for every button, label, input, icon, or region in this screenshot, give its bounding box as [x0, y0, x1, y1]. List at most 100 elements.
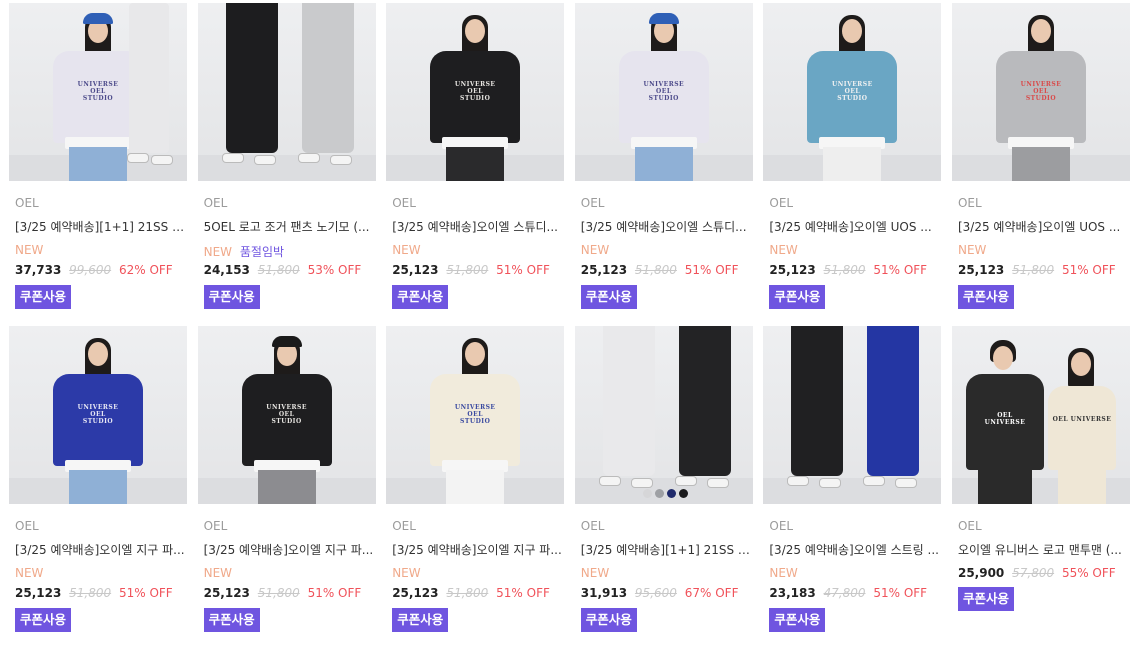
- product-image[interactable]: UNIVERSE OEL STUDIO: [197, 326, 376, 504]
- sale-price: 25,123: [392, 263, 439, 277]
- discount-rate: 51% OFF: [873, 586, 928, 600]
- color-swatch[interactable]: [654, 489, 664, 498]
- coupon-button[interactable]: 쿠폰사용: [769, 285, 826, 309]
- new-badge: NEW: [580, 243, 610, 257]
- original-price: 99,600: [69, 263, 112, 277]
- new-badge: NEW: [15, 243, 44, 257]
- product-image[interactable]: [197, 3, 376, 181]
- price-row: 24,153 51,800 53% OFF: [204, 263, 362, 277]
- sale-price: 23,183: [769, 586, 816, 600]
- coupon-button[interactable]: 쿠폰사용: [580, 285, 637, 309]
- product-tags: NEW: [204, 566, 232, 580]
- product-tags: NEW: [581, 243, 609, 257]
- product-tags: NEW: [769, 566, 797, 580]
- product-card[interactable]: OEL UNIVERSE OEL UNIVERSE OEL 오이엘 유니버스 로…: [951, 326, 1130, 649]
- price-row: 31,913 95,600 67% OFF: [581, 586, 739, 600]
- original-price: 51,800: [257, 263, 300, 277]
- original-price: 51,800: [69, 586, 112, 600]
- product-card[interactable]: OEL [3/25 예약배송]오이엘 스트링 ... NEW 23,183 47…: [763, 326, 942, 649]
- sale-price: 25,123: [392, 586, 439, 600]
- product-name[interactable]: 오이엘 유니버스 로고 맨투맨 (...: [958, 541, 1128, 558]
- new-badge: NEW: [15, 566, 44, 580]
- product-brand: OEL: [769, 196, 794, 210]
- product-name[interactable]: [3/25 예약배송]오이엘 스튜디...: [581, 218, 751, 235]
- product-image[interactable]: UNIVERSE OEL STUDIO: [763, 3, 942, 181]
- color-swatch[interactable]: [642, 489, 652, 498]
- original-price: 51,800: [446, 263, 489, 277]
- product-image[interactable]: UNIVERSE OEL STUDIO: [574, 3, 753, 181]
- coupon-button[interactable]: 쿠폰사용: [957, 285, 1014, 309]
- product-image[interactable]: UNIVERSE OEL STUDIO: [9, 3, 187, 181]
- original-price: 95,600: [634, 586, 677, 600]
- product-name[interactable]: 5OEL 로고 조거 팬츠 노기모 (...: [204, 218, 374, 235]
- coupon-button[interactable]: 쿠폰사용: [769, 608, 826, 632]
- product-card[interactable]: UNIVERSE OEL STUDIO OEL [3/25 예약배송]오이엘 UOS…: [951, 3, 1130, 326]
- sale-price: 25,123: [957, 263, 1005, 277]
- coupon-button[interactable]: 쿠폰사용: [392, 285, 449, 309]
- discount-rate: 67% OFF: [684, 586, 739, 600]
- product-card[interactable]: OEL 5OEL 로고 조거 팬츠 노기모 (... NEW 품절임박 24,1…: [197, 3, 376, 326]
- product-card[interactable]: UNIVERSE OEL STUDIO OEL [3/25 예약배송]오이엘 지구 …: [386, 326, 565, 649]
- product-name[interactable]: [3/25 예약배송]오이엘 지구 파...: [392, 541, 562, 558]
- discount-rate: 51% OFF: [307, 586, 362, 600]
- product-image[interactable]: [574, 326, 753, 504]
- product-name[interactable]: [3/25 예약배송]오이엘 UOS ...: [769, 218, 939, 235]
- coupon-button[interactable]: 쿠폰사용: [203, 608, 260, 632]
- product-name[interactable]: [3/25 예약배송][1+1] 21SS 오...: [581, 541, 751, 558]
- price-row: 23,183 47,800 51% OFF: [769, 586, 927, 600]
- product-brand: OEL: [203, 519, 228, 533]
- sale-price: 25,123: [769, 263, 816, 277]
- product-image[interactable]: UNIVERSE OEL STUDIO: [386, 326, 565, 504]
- new-badge: NEW: [203, 245, 233, 259]
- coupon-button[interactable]: 쿠폰사용: [15, 608, 72, 632]
- product-card[interactable]: UNIVERSE OEL STUDIO OEL [3/25 예약배송]오이엘 지구 …: [197, 326, 376, 649]
- original-price: 51,800: [1012, 263, 1055, 277]
- coupon-button[interactable]: 쿠폰사용: [15, 285, 72, 309]
- product-card[interactable]: UNIVERSE OEL STUDIO OEL [3/25 예약배송]오이엘 스튜디…: [386, 3, 565, 326]
- product-brand: OEL: [15, 519, 39, 533]
- product-name[interactable]: [3/25 예약배송]오이엘 스튜디...: [392, 218, 562, 235]
- product-brand: OEL: [957, 196, 982, 210]
- product-name[interactable]: [3/25 예약배송]오이엘 스트링 ...: [769, 541, 939, 558]
- product-card[interactable]: UNIVERSE OEL STUDIO OEL [3/25 예약배송]오이엘 스튜디…: [574, 3, 753, 326]
- original-price: 57,800: [1012, 566, 1055, 580]
- product-card[interactable]: UNIVERSE OEL STUDIO OEL [3/25 예약배송]오이엘 지구 …: [9, 326, 187, 649]
- discount-rate: 51% OFF: [496, 586, 550, 600]
- new-badge: NEW: [580, 566, 610, 580]
- product-brand: OEL: [769, 519, 794, 533]
- price-row: 25,123 51,800 51% OFF: [392, 586, 550, 600]
- product-card[interactable]: UNIVERSE OEL STUDIO OEL [3/25 예약배송][1+1] 2…: [9, 3, 187, 326]
- price-row: 25,123 51,800 51% OFF: [204, 586, 362, 600]
- product-image[interactable]: UNIVERSE OEL STUDIO: [951, 3, 1130, 181]
- new-badge: NEW: [957, 243, 987, 257]
- product-name[interactable]: [3/25 예약배송]오이엘 지구 파...: [204, 541, 374, 558]
- product-image[interactable]: [763, 326, 942, 504]
- discount-rate: 55% OFF: [1061, 566, 1116, 580]
- coupon-button[interactable]: 쿠폰사용: [203, 285, 260, 309]
- new-badge: NEW: [769, 566, 798, 580]
- product-card[interactable]: UNIVERSE OEL STUDIO OEL [3/25 예약배송]오이엘 UOS…: [763, 3, 942, 326]
- sale-price: 25,123: [203, 586, 250, 600]
- product-card[interactable]: OEL [3/25 예약배송][1+1] 21SS 오... NEW 31,91…: [574, 326, 753, 649]
- product-image[interactable]: OEL UNIVERSE OEL UNIVERSE: [951, 326, 1130, 504]
- new-badge: NEW: [203, 566, 233, 580]
- product-name[interactable]: [3/25 예약배송]오이엘 UOS ...: [958, 218, 1128, 235]
- soldout-soon-badge: 품절임박: [239, 245, 285, 259]
- price-row: 25,123 51,800 51% OFF: [581, 263, 739, 277]
- new-badge: NEW: [392, 566, 421, 580]
- product-tags: NEW: [392, 566, 420, 580]
- color-swatch[interactable]: [678, 489, 688, 498]
- product-image[interactable]: UNIVERSE OEL STUDIO: [386, 3, 565, 181]
- product-image[interactable]: UNIVERSE OEL STUDIO: [9, 326, 187, 504]
- color-swatch[interactable]: [666, 489, 676, 498]
- color-swatches[interactable]: [642, 489, 688, 498]
- coupon-button[interactable]: 쿠폰사용: [392, 608, 449, 632]
- new-badge: NEW: [769, 243, 798, 257]
- coupon-button[interactable]: 쿠폰사용: [957, 587, 1014, 611]
- product-tags: NEW: [392, 243, 420, 257]
- product-name[interactable]: [3/25 예약배송]오이엘 지구 파...: [15, 541, 185, 558]
- coupon-button[interactable]: 쿠폰사용: [580, 608, 637, 632]
- product-tags: NEW: [15, 243, 43, 257]
- discount-rate: 51% OFF: [684, 263, 739, 277]
- product-name[interactable]: [3/25 예약배송][1+1] 21SS 오...: [15, 218, 185, 235]
